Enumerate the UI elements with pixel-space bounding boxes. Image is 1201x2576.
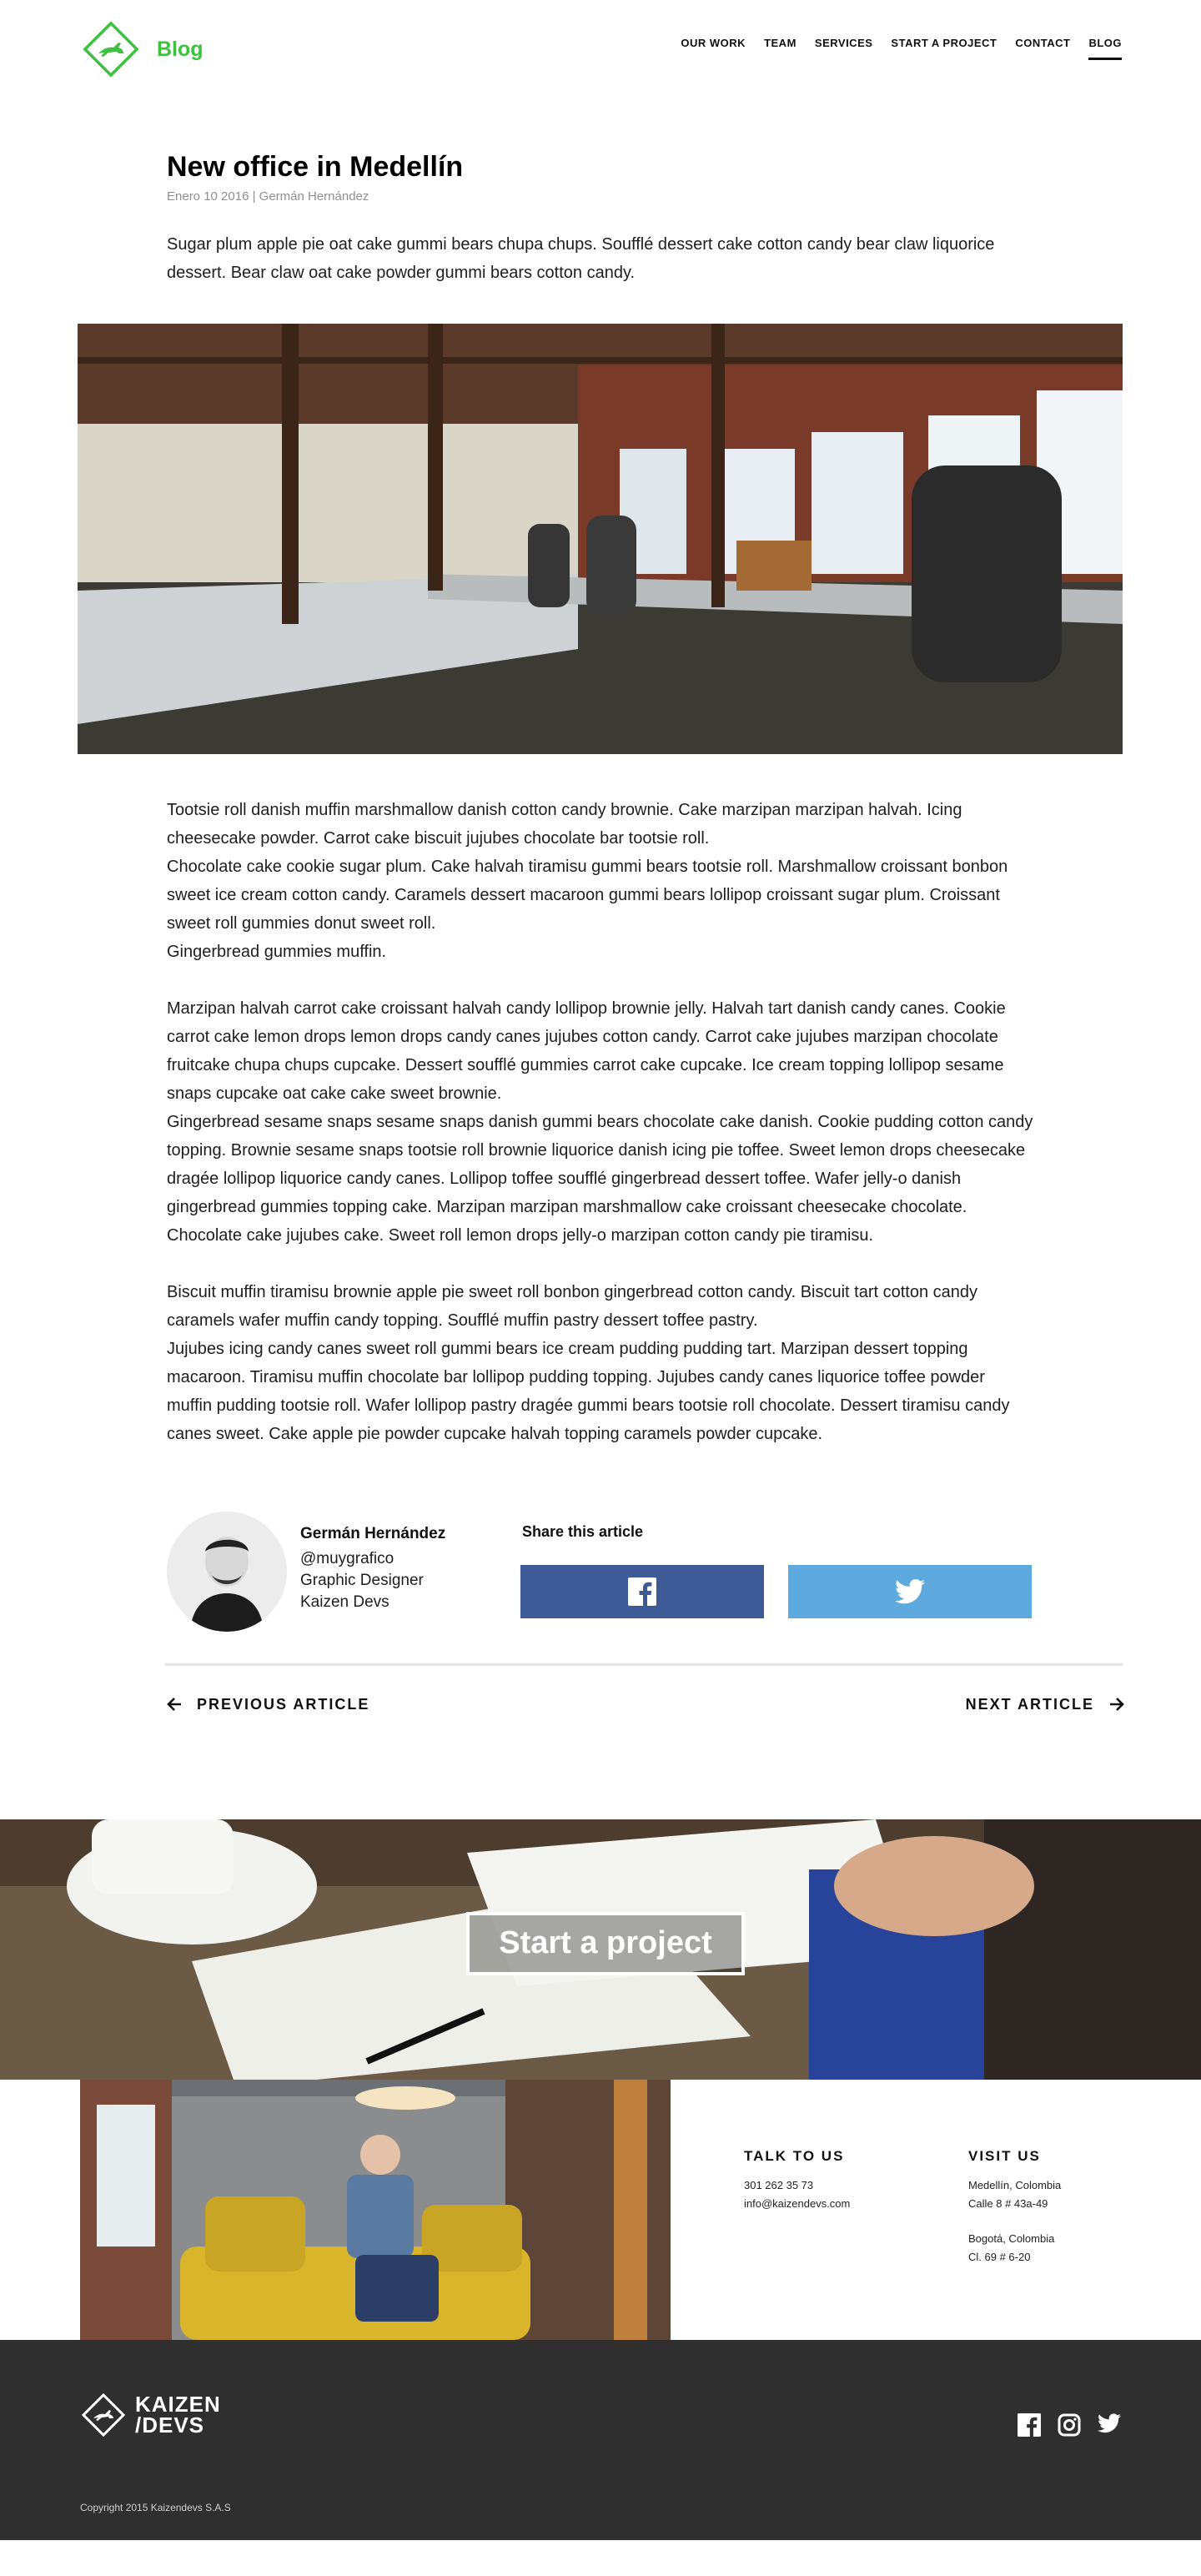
contact-phone[interactable]: 301 262 35 73 bbox=[744, 2176, 850, 2195]
share-facebook-button[interactable] bbox=[520, 1564, 764, 1618]
kaizen-devs-logo[interactable]: KAIZEN /DEVS bbox=[80, 2392, 221, 2438]
author-role: Graphic Designer bbox=[300, 1571, 424, 1589]
main-nav: OUR WORK TEAM SERVICES START A PROJECT C… bbox=[681, 37, 1122, 60]
next-article-link[interactable]: NEXT ARTICLE bbox=[966, 1696, 1124, 1713]
nav-contact[interactable]: CONTACT bbox=[1015, 37, 1070, 60]
address-medellin-street: Calle 8 # 43a-49 bbox=[968, 2196, 1048, 2210]
author-portrait bbox=[167, 1511, 287, 1632]
author-name: Germán Hernández bbox=[300, 1524, 446, 1542]
address-medellin-city: Medellín, Colombia bbox=[968, 2178, 1062, 2191]
twitter-icon bbox=[895, 1578, 925, 1604]
office-photo-illustration bbox=[78, 323, 1123, 754]
article-paragraph: Biscuit muffin tiramisu brownie apple pi… bbox=[167, 1282, 978, 1330]
author-share-row: Germán Hernández @muygrafico Graphic Des… bbox=[167, 1482, 1034, 1648]
talk-to-us-heading: TALK TO US bbox=[744, 2147, 845, 2164]
author-company: Kaizen Devs bbox=[300, 1592, 389, 1611]
footer-logo-text: KAIZEN /DEVS bbox=[135, 2393, 221, 2438]
talk-to-us-column: TALK TO US 301 262 35 73 info@kaizendevs… bbox=[744, 2148, 850, 2213]
next-article-label: NEXT ARTICLE bbox=[965, 1695, 1094, 1713]
article-paragraph: Jujubes icing candy canes sweet roll gum… bbox=[167, 1339, 1010, 1443]
instagram-icon[interactable] bbox=[1058, 2413, 1081, 2437]
logo-text: Blog bbox=[157, 37, 204, 61]
nav-our-work[interactable]: OUR WORK bbox=[681, 37, 746, 60]
facebook-icon bbox=[628, 1577, 656, 1606]
rabbit-logo-icon bbox=[83, 21, 139, 78]
previous-article-link[interactable]: PREVIOUS ARTICLE bbox=[167, 1696, 369, 1713]
start-project-banner: Start a project bbox=[0, 1819, 1201, 2080]
arrow-right-icon bbox=[1110, 1698, 1124, 1712]
article-meta: Enero 10 2016 | Germán Hernández bbox=[167, 189, 369, 204]
blog-logo[interactable]: Blog bbox=[80, 18, 204, 80]
article-title: New office in Medellín bbox=[167, 151, 464, 183]
article-pager: PREVIOUS ARTICLE NEXT ARTICLE bbox=[167, 1666, 1124, 1749]
article-body: Tootsie roll danish muffin marshmallow d… bbox=[167, 796, 1034, 1648]
contact-section: TALK TO US 301 262 35 73 info@kaizendevs… bbox=[0, 2079, 1201, 2340]
rabbit-logo-icon bbox=[81, 2392, 126, 2437]
site-header: Blog OUR WORK TEAM SERVICES START A PROJ… bbox=[0, 0, 1201, 100]
nav-services[interactable]: SERVICES bbox=[815, 37, 873, 60]
arrow-left-icon bbox=[167, 1698, 181, 1712]
author-avatar bbox=[167, 1511, 287, 1632]
lounge-photo-illustration bbox=[80, 2079, 671, 2340]
article-paragraph: Chocolate cake cookie sugar plum. Cake h… bbox=[167, 857, 1008, 933]
facebook-icon[interactable] bbox=[1018, 2412, 1041, 2437]
nav-start-a-project[interactable]: START A PROJECT bbox=[891, 37, 997, 60]
previous-article-label: PREVIOUS ARTICLE bbox=[197, 1695, 370, 1713]
nav-blog[interactable]: BLOG bbox=[1088, 37, 1122, 60]
contact-email[interactable]: info@kaizendevs.com bbox=[744, 2195, 850, 2213]
author-handle: @muygrafico bbox=[300, 1549, 394, 1567]
office-photo bbox=[78, 323, 1123, 754]
author-info: Germán Hernández @muygrafico Graphic Des… bbox=[300, 1523, 445, 1613]
visit-us-column: VISIT US Medellín, Colombia Calle 8 # 43… bbox=[968, 2148, 1061, 2267]
share-twitter-button[interactable] bbox=[788, 1564, 1032, 1618]
article-header: New office in Medellín Enero 10 2016 | G… bbox=[167, 150, 1034, 287]
article-paragraph: Gingerbread sesame snaps sesame snaps da… bbox=[167, 1112, 1033, 1245]
site-footer: KAIZEN /DEVS Copyright 2015 Kaizendevs S… bbox=[0, 2339, 1201, 2540]
footer-logo-line2: /DEVS bbox=[135, 2412, 205, 2438]
share-title: Share this article bbox=[522, 1522, 644, 1540]
visit-us-heading: VISIT US bbox=[968, 2147, 1041, 2164]
nav-team[interactable]: TEAM bbox=[764, 37, 796, 60]
article-paragraph: Gingerbread gummies muffin. bbox=[167, 942, 387, 961]
social-links bbox=[1018, 2412, 1121, 2437]
start-project-button[interactable]: Start a project bbox=[466, 1911, 745, 1975]
article-paragraph: Tootsie roll danish muffin marshmallow d… bbox=[167, 800, 962, 848]
copyright-text: Copyright 2015 Kaizendevs S.A.S bbox=[80, 2501, 231, 2513]
address-bogota-city: Bogotá, Colombia bbox=[968, 2231, 1055, 2245]
article-paragraph: Marzipan halvah carrot cake croissant ha… bbox=[167, 999, 1006, 1103]
article-intro: Sugar plum apple pie oat cake gummi bear… bbox=[167, 234, 995, 282]
address-bogota-street: Cl. 69 # 6-20 bbox=[968, 2250, 1031, 2263]
lounge-photo bbox=[80, 2079, 671, 2340]
twitter-icon[interactable] bbox=[1098, 2413, 1121, 2437]
